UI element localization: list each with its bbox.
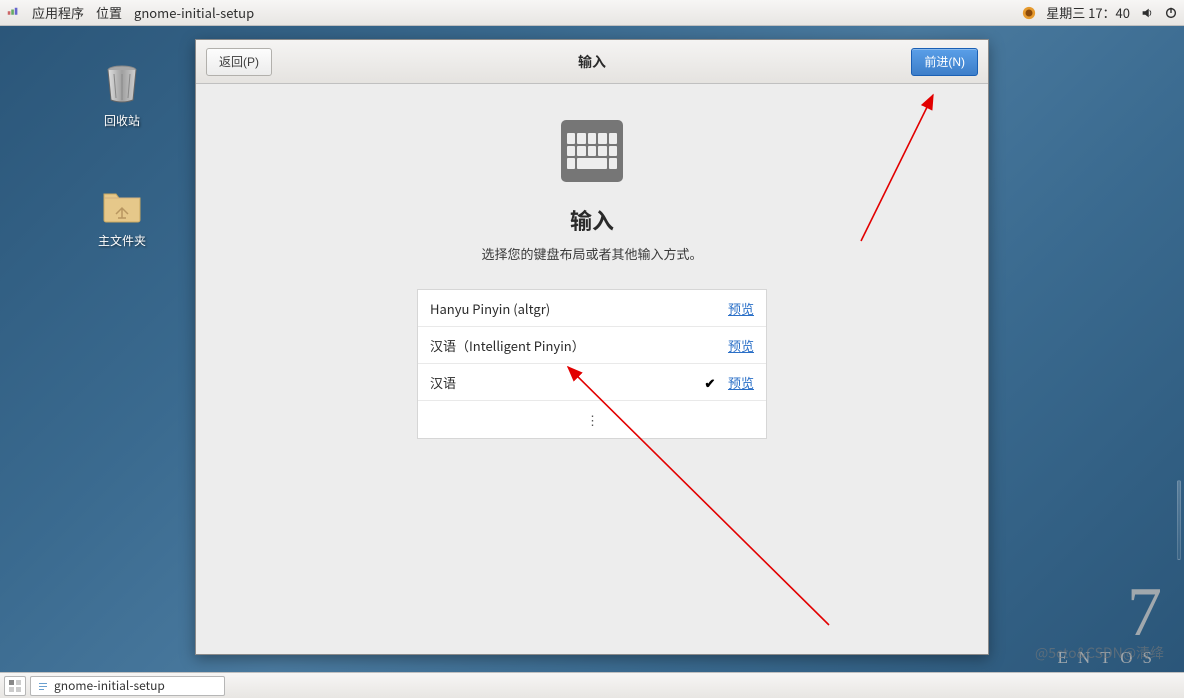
page-description: 选择您的键盘布局或者其他输入方式。 bbox=[481, 244, 702, 263]
places-menu[interactable]: 位置 bbox=[96, 3, 122, 22]
preview-link[interactable]: 预览 bbox=[728, 336, 754, 355]
app-icon bbox=[37, 680, 49, 692]
taskbar-app-label: gnome-initial-setup bbox=[54, 677, 165, 694]
applications-menu[interactable]: 应用程序 bbox=[32, 3, 84, 22]
trash-bin-icon bbox=[98, 60, 146, 108]
window-title: 输入 bbox=[196, 52, 988, 72]
top-panel: 应用程序 位置 gnome-initial-setup 星期三 17：40 bbox=[0, 0, 1184, 26]
check-icon: ✔ bbox=[702, 373, 718, 392]
csdn-watermark: @5cto&CSDN@清绛 bbox=[1035, 643, 1164, 663]
notification-icon[interactable] bbox=[1022, 6, 1036, 20]
volume-icon[interactable] bbox=[1140, 6, 1154, 20]
folder-icon bbox=[98, 180, 146, 228]
input-source-label: 汉语（Intelligent Pinyin） bbox=[430, 336, 702, 355]
input-source-list: Hanyu Pinyin (altgr) 预览 汉语（Intelligent P… bbox=[417, 289, 767, 439]
app-title: gnome-initial-setup bbox=[134, 3, 254, 22]
preview-link[interactable]: 预览 bbox=[728, 373, 754, 392]
show-desktop-button[interactable] bbox=[4, 676, 26, 696]
more-input-sources[interactable]: ⋮ bbox=[418, 401, 766, 438]
input-source-row[interactable]: Hanyu Pinyin (altgr) 预览 bbox=[418, 290, 766, 327]
bottom-panel: gnome-initial-setup bbox=[0, 672, 1184, 698]
input-source-label: Hanyu Pinyin (altgr) bbox=[430, 299, 702, 318]
back-button[interactable]: 返回(P) bbox=[206, 48, 272, 76]
clock[interactable]: 星期三 17：40 bbox=[1046, 3, 1130, 22]
preview-link[interactable]: 预览 bbox=[728, 299, 754, 318]
input-source-row[interactable]: 汉语（Intelligent Pinyin） 预览 bbox=[418, 327, 766, 364]
forward-button[interactable]: 前进(N) bbox=[911, 48, 978, 76]
home-folder-icon[interactable]: 主文件夹 bbox=[82, 180, 162, 249]
home-label: 主文件夹 bbox=[82, 232, 162, 249]
power-icon[interactable] bbox=[1164, 6, 1178, 20]
input-source-label: 汉语 bbox=[430, 373, 702, 392]
input-source-row[interactable]: 汉语 ✔ 预览 bbox=[418, 364, 766, 401]
trash-label: 回收站 bbox=[82, 112, 162, 129]
titlebar: 返回(P) 输入 前进(N) bbox=[196, 40, 988, 84]
content-area: 输入 选择您的键盘布局或者其他输入方式。 Hanyu Pinyin (altgr… bbox=[196, 84, 988, 654]
more-icon: ⋮ bbox=[586, 410, 598, 429]
desktop-widget bbox=[1177, 480, 1181, 560]
initial-setup-window: 返回(P) 输入 前进(N) 输入 选择您的键盘布局或者其他输入方式。 Hany… bbox=[195, 39, 989, 655]
page-heading: 输入 bbox=[570, 204, 614, 236]
taskbar-app-button[interactable]: gnome-initial-setup bbox=[30, 676, 225, 696]
apps-menu-icon bbox=[6, 6, 20, 20]
trash-icon[interactable]: 回收站 bbox=[82, 60, 162, 129]
workspace-icon bbox=[9, 680, 21, 692]
keyboard-icon bbox=[561, 120, 623, 182]
